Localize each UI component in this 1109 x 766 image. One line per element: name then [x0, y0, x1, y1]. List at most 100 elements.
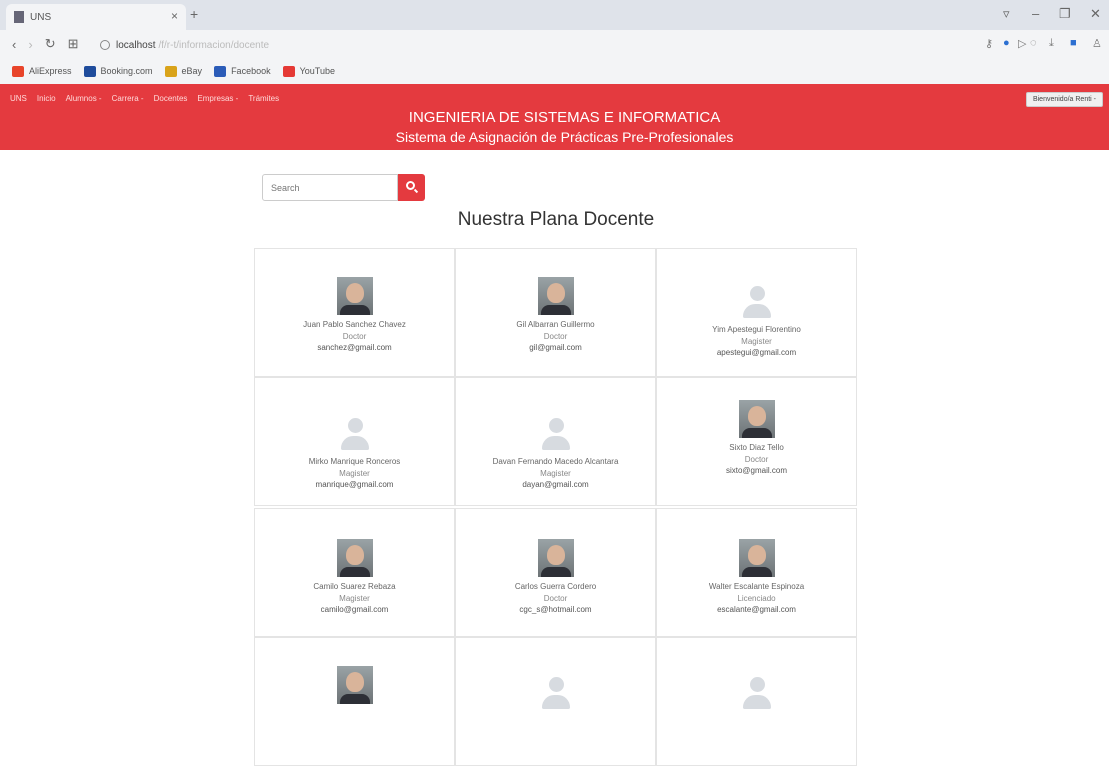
teacher-info: Sixto Diaz Tello Doctor sixto@gmail.com: [657, 442, 856, 477]
bookmark-facebook[interactable]: Facebook: [214, 65, 271, 77]
teacher-degree: Doctor: [342, 331, 367, 341]
booking-icon: [83, 65, 96, 77]
teacher-name: Davan Fernando Macedo Alcantara: [492, 457, 619, 466]
teacher-info: Camilo Suarez Rebaza Magister camilo@gmail…: [255, 581, 454, 616]
teacher-photo: [537, 539, 574, 577]
nav-item-empresas[interactable]: Empresas -: [197, 94, 238, 103]
back-icon[interactable]: ‹: [12, 37, 16, 52]
browser-toolbar: ‹ › ↻ ⊞ localhost /f/r-t/informacion/doc…: [0, 30, 1109, 58]
teacher-photo: [537, 277, 574, 315]
teacher-email: sanchez@gmail.com: [317, 343, 392, 353]
teacher-email: dayan@gmail.com: [522, 480, 589, 490]
page-subtitle: Sistema de Asignación de Prácticas Pre-P…: [395, 129, 734, 145]
avatar-placeholder-icon: [739, 282, 775, 320]
avatar-placeholder-icon: [538, 414, 574, 452]
teacher-card: [656, 637, 857, 766]
extension-icon[interactable]: ●: [1003, 37, 1010, 49]
facebook-icon: [214, 65, 227, 77]
bookmark-aliexpress[interactable]: AliExpress: [12, 65, 72, 77]
teacher-card: Sixto Diaz Tello Doctor sixto@gmail.com: [656, 377, 857, 506]
teacher-name: Camilo Suarez Rebaza: [313, 582, 396, 591]
main-nav: UNS Inicio Alumnos - Carrera - Docentes …: [10, 94, 289, 103]
teacher-photo: [336, 277, 373, 315]
teacher-degree: Magister: [741, 336, 772, 346]
search-input[interactable]: [262, 174, 398, 201]
avatar-placeholder-icon: [538, 673, 574, 711]
refresh-extension-icon[interactable]: ◌: [1030, 37, 1037, 49]
new-tab-button[interactable]: +: [190, 6, 198, 22]
teacher-email: camilo@gmail.com: [320, 605, 389, 615]
tab-menu-icon[interactable]: ▿: [1003, 6, 1010, 22]
teacher-info: Davan Fernando Macedo Alcantara Magister d…: [456, 456, 655, 491]
teacher-card: Yim Apestegui Florentino Magister apestegu…: [656, 248, 857, 377]
teacher-info: Juan Pablo Sanchez Chavez Doctor sanchez@g…: [255, 319, 454, 354]
browser-tab-bar: UNS × + ▿ – ❐ ✕: [0, 0, 1109, 30]
nav-item-carrera[interactable]: Carrera -: [112, 94, 144, 103]
teacher-info: Gil Albarran Guillermo Doctor gil@gmail.co…: [456, 319, 655, 354]
teacher-degree: Magister: [339, 468, 370, 478]
bookmark-label: Facebook: [231, 66, 271, 76]
forward-icon[interactable]: ›: [28, 37, 32, 52]
teacher-info: Yim Apestegui Florentino Magister apestegu…: [657, 324, 856, 359]
apps-icon[interactable]: ⊞: [68, 36, 79, 52]
tab-close-icon[interactable]: ×: [171, 9, 178, 23]
teacher-degree: Magister: [540, 468, 571, 478]
camera-icon[interactable]: ■: [1070, 37, 1077, 49]
media-icon[interactable]: ▷: [1018, 37, 1026, 50]
search-button[interactable]: [398, 174, 425, 201]
teacher-info: Carlos Guerra Cordero Doctor cgc_s@hotmail…: [456, 581, 655, 616]
teacher-card: Camilo Suarez Rebaza Magister camilo@gmail…: [254, 508, 455, 637]
teacher-photo: [738, 539, 775, 577]
teacher-card: Juan Pablo Sanchez Chavez Doctor sanchez@g…: [254, 248, 455, 377]
bookmark-label: AliExpress: [29, 66, 72, 76]
minimize-icon[interactable]: –: [1032, 6, 1039, 21]
section-title: Nuestra Plana Docente: [457, 209, 655, 230]
tab-title: UNS: [30, 11, 52, 23]
nav-item-inicio[interactable]: Inicio: [37, 94, 56, 103]
site-info-icon[interactable]: [100, 40, 110, 50]
avatar-placeholder-icon: [337, 414, 373, 452]
key-icon[interactable]: ⚷: [985, 37, 993, 50]
bookmark-ebay[interactable]: eBay: [164, 65, 202, 77]
ebay-icon: [164, 65, 177, 77]
bookmark-booking[interactable]: Booking.com: [83, 65, 153, 77]
teacher-photo: [336, 539, 373, 577]
nav-item-tramites[interactable]: Trámites: [248, 94, 279, 103]
teacher-degree: Licenciado: [737, 593, 776, 603]
reload-icon[interactable]: ↻: [45, 36, 56, 52]
page-favicon-icon: [14, 11, 24, 23]
nav-brand[interactable]: UNS: [10, 94, 27, 103]
profile-icon[interactable]: ♙: [1092, 37, 1102, 50]
teacher-card: Gil Albarran Guillermo Doctor gil@gmail.co…: [455, 248, 656, 377]
youtube-icon: [282, 65, 295, 77]
browser-tab[interactable]: UNS ×: [6, 4, 186, 30]
teacher-photo: [738, 400, 775, 438]
teacher-degree: Magister: [339, 593, 370, 603]
teacher-email: manrique@gmail.com: [315, 480, 394, 490]
nav-item-docentes[interactable]: Docentes: [154, 94, 188, 103]
teacher-name: Walter Escalante Espinoza: [708, 582, 805, 591]
avatar-placeholder-icon: [739, 673, 775, 711]
download-icon[interactable]: ⤓: [1049, 37, 1054, 50]
teacher-name: Carlos Guerra Cordero: [514, 582, 597, 591]
teacher-card: Davan Fernando Macedo Alcantara Magister d…: [455, 377, 656, 506]
teacher-info: Mirko Manrique Ronceros Magister manrique@…: [255, 456, 454, 491]
user-menu-button[interactable]: Bienvenido/a Renti -: [1025, 92, 1103, 107]
teacher-photo: [336, 666, 373, 704]
teacher-email: apestegui@gmail.com: [716, 348, 797, 358]
url-host: localhost: [116, 39, 156, 51]
address-bar[interactable]: localhost /f/r-t/informacion/docente: [100, 36, 960, 54]
teacher-name: Sixto Diaz Tello: [729, 443, 784, 452]
restore-icon[interactable]: ❐: [1059, 6, 1071, 22]
teacher-email: gil@gmail.com: [529, 343, 582, 353]
teacher-name: Yim Apestegui Florentino: [712, 325, 801, 334]
aliexpress-icon: [12, 65, 24, 77]
teacher-email: cgc_s@hotmail.com: [519, 605, 592, 615]
teacher-card: Carlos Guerra Cordero Doctor cgc_s@hotmail…: [455, 508, 656, 637]
bookmark-label: YouTube: [299, 66, 335, 76]
bookmark-youtube[interactable]: YouTube: [282, 65, 335, 77]
teacher-email: escalante@gmail.com: [717, 605, 796, 615]
teacher-card: Walter Escalante Espinoza Licenciado escal…: [656, 508, 857, 637]
close-window-icon[interactable]: ✕: [1090, 6, 1101, 22]
nav-item-alumnos[interactable]: Alumnos -: [66, 94, 102, 103]
